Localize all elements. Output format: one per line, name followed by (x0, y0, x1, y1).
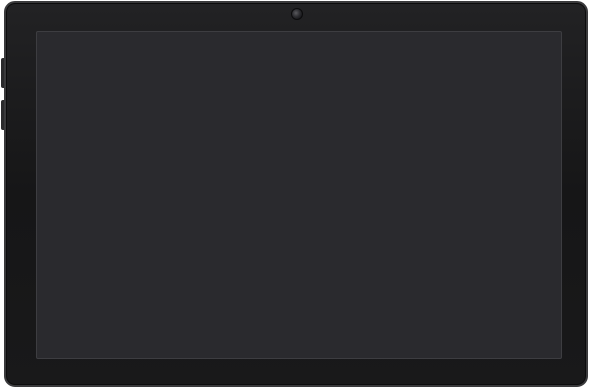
tablet-screen (36, 31, 562, 359)
tablet-device-image (0, 0, 591, 390)
front-camera-icon (291, 8, 303, 20)
